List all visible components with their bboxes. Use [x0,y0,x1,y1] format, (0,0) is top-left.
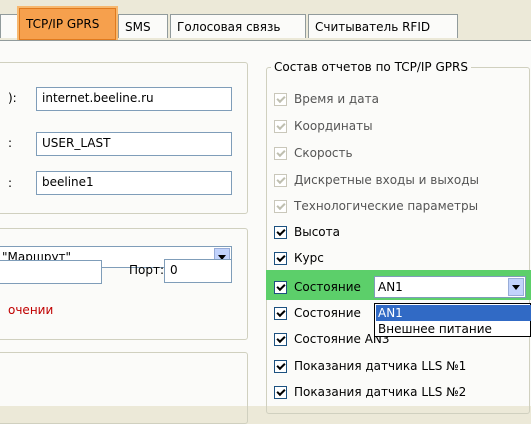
report-item-label: Состояние [294,306,361,320]
report-checkbox[interactable] [274,93,287,106]
report-checkbox[interactable] [274,307,287,320]
report-checkbox[interactable] [274,252,287,265]
password-label: : [8,176,13,190]
report-item-label: Дискретные входы и выходы [294,173,480,187]
report-checkbox[interactable] [274,226,287,239]
connection-error-text: очении [8,303,54,317]
check-icon [276,226,286,237]
report-item-label: Курс [294,251,324,265]
tab-panel: ): internet.beeline.ru : USER_LAST : bee… [0,41,531,424]
check-icon [276,200,286,211]
report-item-label: Показания датчика LLS №2 [294,385,467,399]
apn-label: ): [8,91,17,105]
check-icon [276,93,286,104]
lower-group [0,352,248,424]
chevron-down-icon[interactable] [508,278,524,296]
report-checkbox[interactable] [274,120,287,133]
report-item-label: Высота [294,225,340,239]
check-icon [276,120,286,131]
check-icon [276,252,286,263]
password-field[interactable]: beeline1 [36,171,232,195]
report-item-label: Технологические параметры [294,199,479,213]
check-icon [276,386,286,397]
report-item-label: Время и дата [294,92,379,106]
apn-field[interactable]: internet.beeline.ru [36,87,232,111]
check-icon [276,307,286,318]
port-label: Порт: [129,263,165,277]
dropdown-option-an1[interactable]: AN1 [376,305,531,321]
tab-sms[interactable]: SMS [118,14,168,38]
user-label: : [8,136,13,150]
check-icon [276,174,286,185]
port-field[interactable]: 0 [164,259,232,283]
report-checkbox[interactable] [274,200,287,213]
state-source-combo[interactable]: AN1 [374,276,526,298]
check-icon [276,333,286,344]
route-group [0,228,248,340]
tab-strip: TCP/IP GPRS SMS Голосовая связь Считыват… [0,0,531,42]
reports-group-title: Состав отчетов по TCP/IP GPRS [271,60,471,74]
tab-partial[interactable] [0,14,18,38]
report-checkbox[interactable] [274,281,287,294]
report-item-label: Показания датчика LLS №1 [294,359,467,373]
user-field[interactable]: USER_LAST [36,132,232,156]
report-item-label: Координаты [294,119,373,133]
dropdown-option-external-power[interactable]: Внешнее питание [376,321,492,337]
report-checkbox[interactable] [274,386,287,399]
report-checkbox[interactable] [274,333,287,346]
check-icon [276,281,286,292]
tab-tcpip-gprs[interactable]: TCP/IP GPRS [19,8,116,40]
tab-voice[interactable]: Голосовая связь [170,14,306,38]
tab-rfid[interactable]: Считыватель RFID [308,14,458,38]
state-source-dropdown: AN1 Внешнее питание [374,303,531,337]
server-address-field[interactable] [0,260,102,284]
report-checkbox[interactable] [274,147,287,160]
check-icon [276,147,286,158]
report-checkbox[interactable] [274,174,287,187]
report-item-label: Скорость [294,146,353,160]
report-item-label: Состояние [294,280,361,294]
state-source-combo-value: AN1 [378,280,403,294]
report-checkbox[interactable] [274,360,287,373]
check-icon [276,360,286,371]
